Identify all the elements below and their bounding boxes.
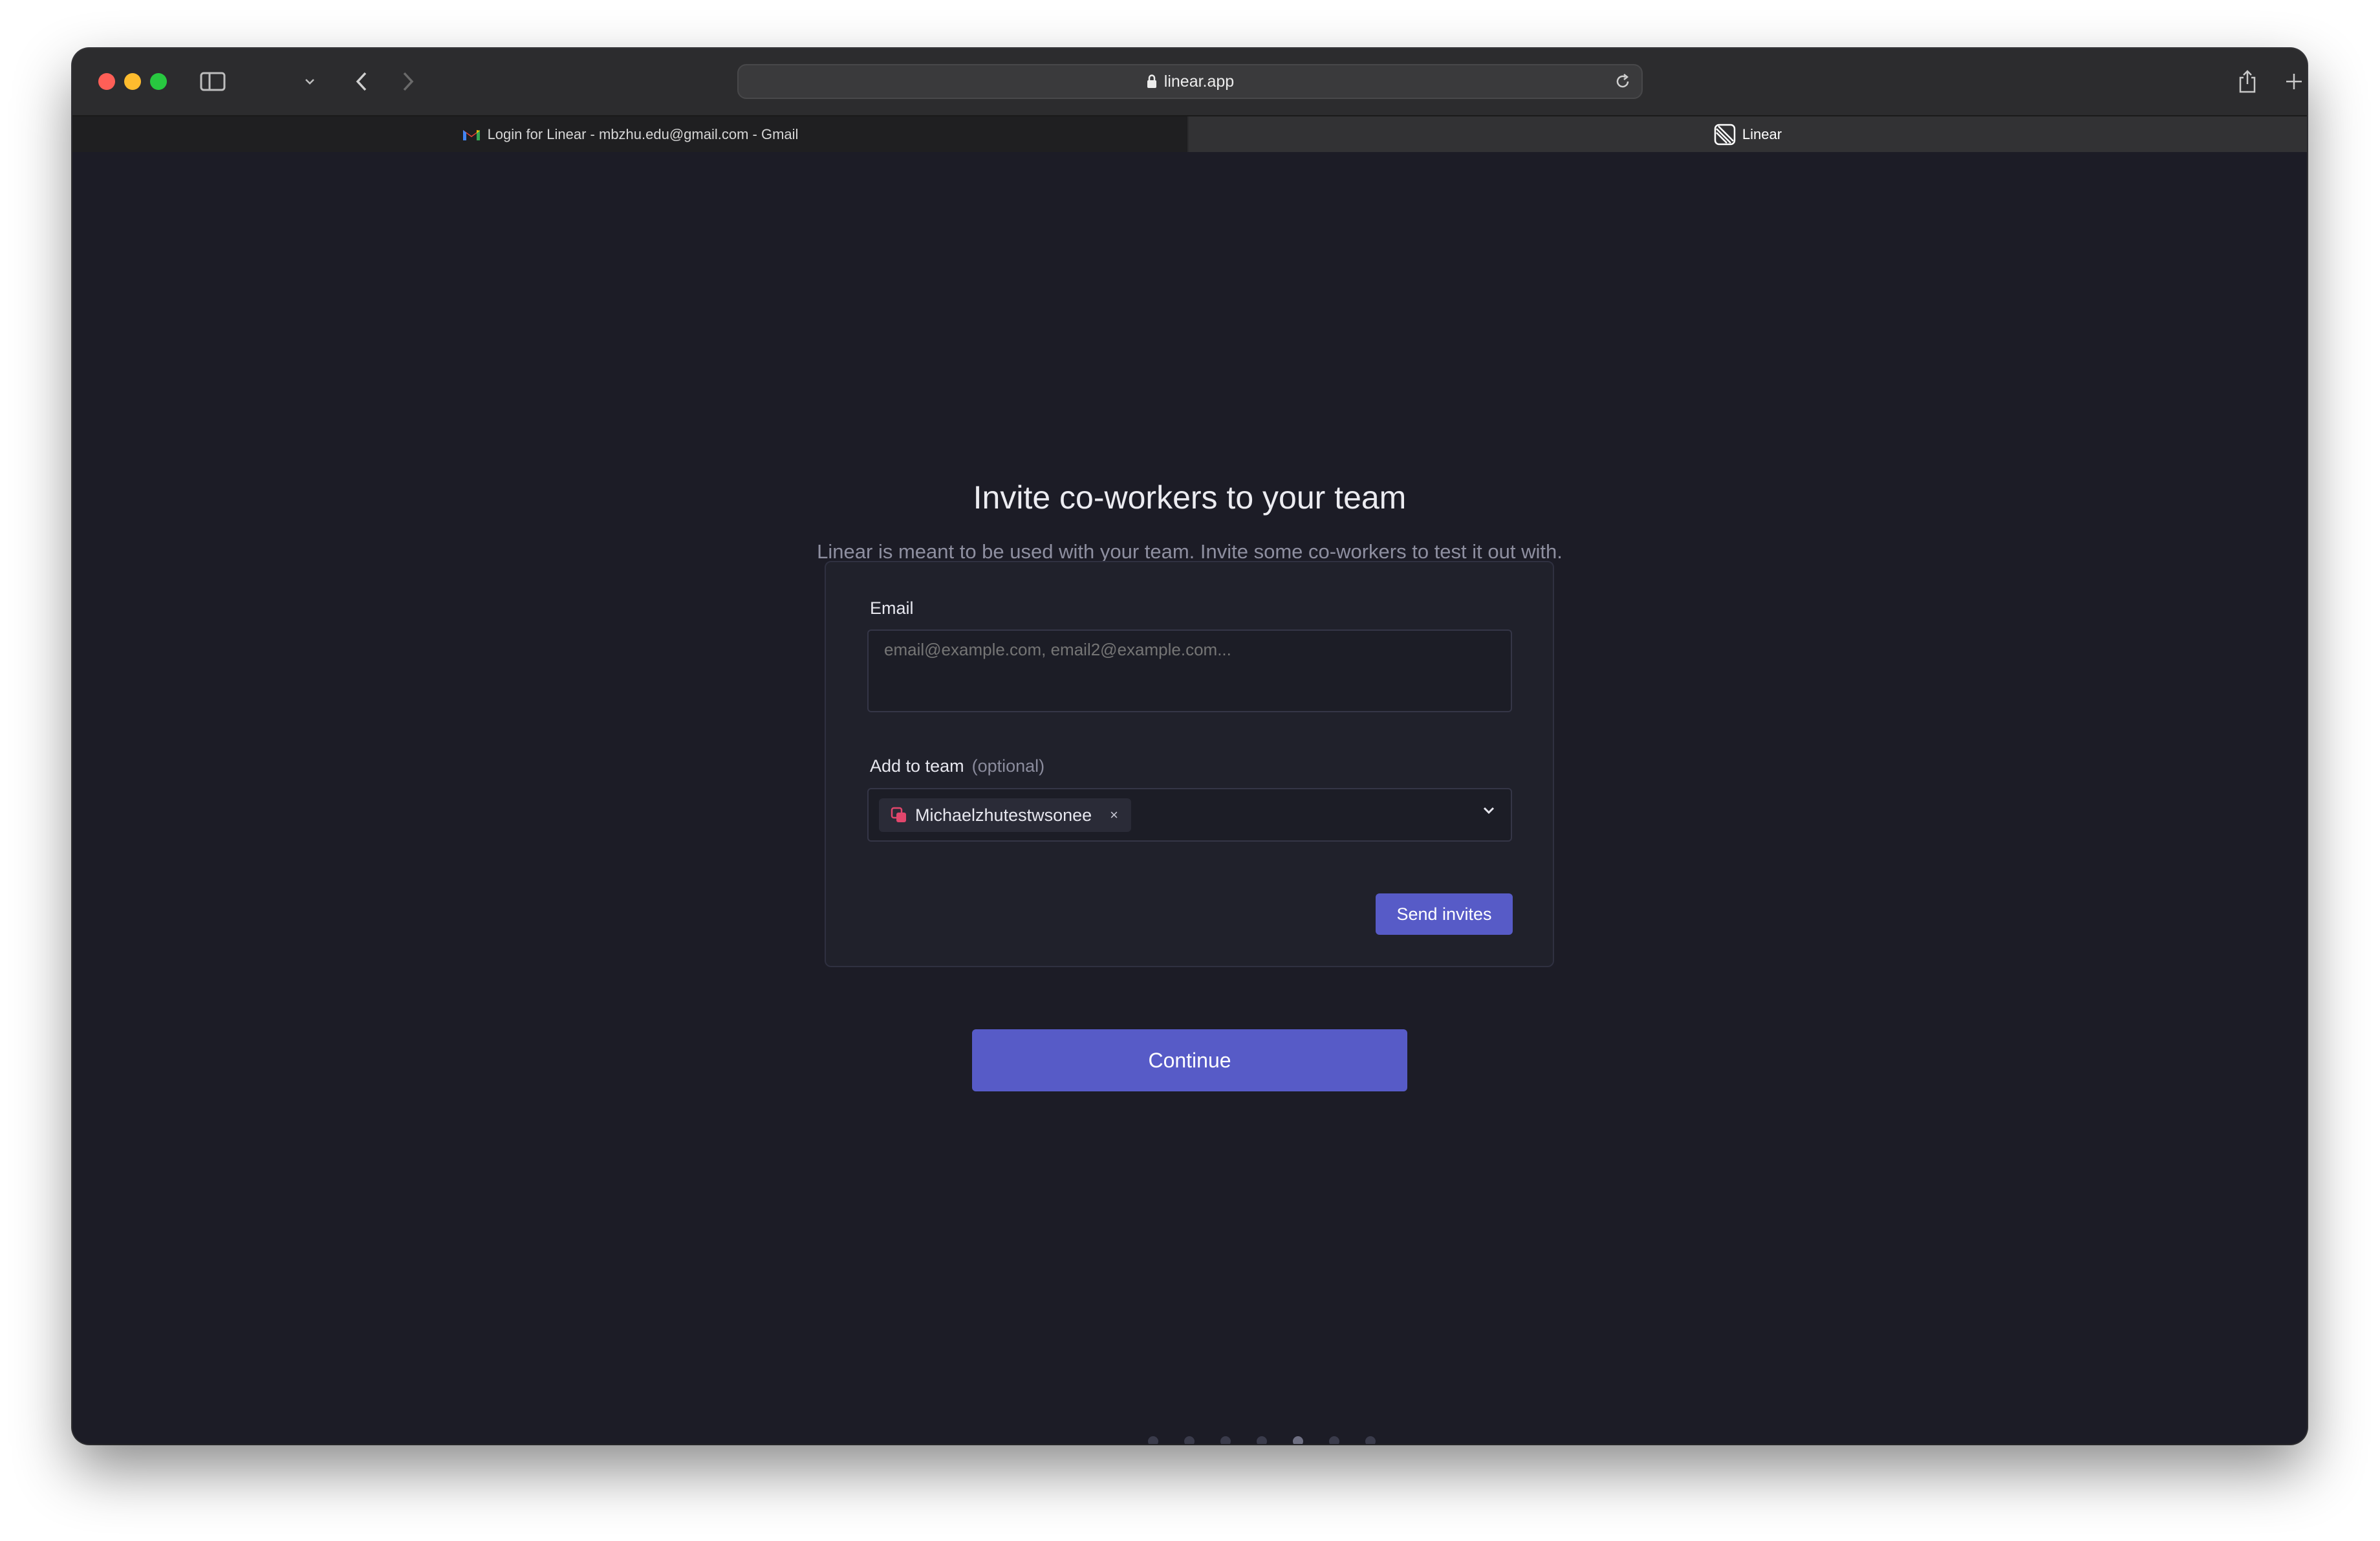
forward-icon[interactable] bbox=[391, 64, 426, 99]
tab-linear[interactable]: Linear bbox=[1189, 116, 2307, 152]
close-window-button[interactable] bbox=[98, 73, 115, 90]
team-icon bbox=[891, 807, 907, 824]
linear-logo-icon bbox=[1714, 124, 1736, 146]
progress-dot bbox=[1329, 1436, 1339, 1444]
lock-icon bbox=[1146, 74, 1158, 89]
address-bar[interactable]: linear.app bbox=[737, 64, 1643, 99]
team-chip: Michaelzhutestwsonee × bbox=[879, 798, 1132, 832]
tab-label: Linear bbox=[1742, 126, 1782, 142]
continue-button[interactable]: Continue bbox=[972, 1029, 1407, 1091]
progress-dot bbox=[1148, 1436, 1158, 1444]
email-label: Email bbox=[870, 598, 914, 618]
zoom-window-button[interactable] bbox=[150, 73, 167, 90]
progress-dot bbox=[1257, 1436, 1267, 1444]
browser-toolbar: linear.app bbox=[72, 49, 2307, 115]
gmail-icon bbox=[462, 127, 481, 142]
progress-dot bbox=[1220, 1436, 1231, 1444]
tab-gmail[interactable]: Login for Linear - mbzhu.edu@gmail.com -… bbox=[72, 116, 1187, 152]
optional-hint: (optional) bbox=[971, 756, 1045, 776]
invite-form-card: Email Add to team (optional) Michaelzhute… bbox=[825, 561, 1554, 967]
send-invites-button[interactable]: Send invites bbox=[1376, 893, 1513, 935]
page-content: Invite co-workers to your team Linear is… bbox=[72, 152, 2307, 1444]
page-subtitle: Linear is meant to be used with your tea… bbox=[817, 540, 1563, 563]
reload-icon[interactable] bbox=[1614, 73, 1631, 90]
team-label: Add to team bbox=[870, 756, 964, 776]
remove-team-icon[interactable]: × bbox=[1110, 807, 1118, 824]
new-tab-icon[interactable] bbox=[2277, 64, 2307, 99]
tab-bar: Login for Linear - mbzhu.edu@gmail.com -… bbox=[72, 115, 2307, 152]
progress-dot bbox=[1365, 1436, 1376, 1444]
page-title: Invite co-workers to your team bbox=[973, 479, 1407, 516]
chevron-down-icon[interactable] bbox=[300, 64, 319, 99]
progress-dot bbox=[1184, 1436, 1195, 1444]
sidebar-toggle-icon[interactable] bbox=[195, 64, 230, 99]
email-input[interactable] bbox=[867, 629, 1512, 712]
back-icon[interactable] bbox=[344, 64, 379, 99]
browser-window: linear.app Login for Linear - mbzhu.edu@… bbox=[72, 49, 2307, 1444]
team-chip-label: Michaelzhutestwsonee bbox=[915, 805, 1092, 825]
tab-label: Login for Linear - mbzhu.edu@gmail.com -… bbox=[487, 126, 799, 142]
share-icon[interactable] bbox=[2230, 64, 2265, 99]
progress-dot bbox=[1293, 1436, 1303, 1444]
url-text: linear.app bbox=[1163, 72, 1235, 91]
chevron-down-icon[interactable] bbox=[1482, 806, 1495, 815]
team-select[interactable]: Michaelzhutestwsonee × bbox=[867, 788, 1512, 842]
progress-dots bbox=[72, 1436, 2307, 1444]
team-label-row: Add to team (optional) bbox=[870, 756, 1044, 776]
minimize-window-button[interactable] bbox=[124, 73, 141, 90]
